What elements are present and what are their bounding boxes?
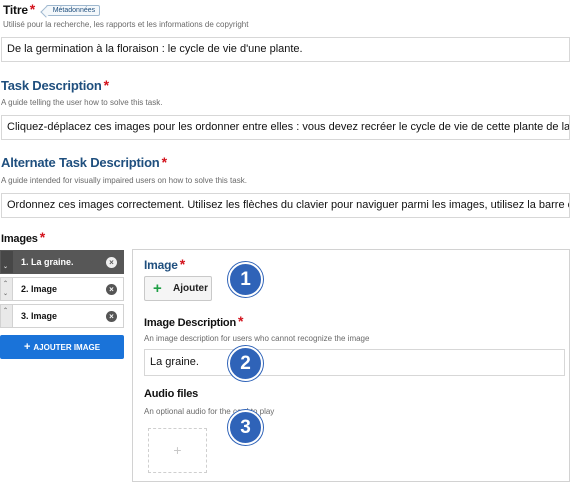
close-icon[interactable]: ×	[106, 257, 117, 268]
drag-handle[interactable]: ⌃ ⌄	[1, 278, 13, 300]
image-description-header: Image Description *	[144, 313, 243, 331]
audio-files-label: Audio files	[144, 388, 199, 400]
image-list-item-label: 1. La graine.	[21, 257, 74, 267]
add-image-button-label: AJOUTER IMAGE	[33, 343, 101, 352]
chevron-up-icon: ⌃	[3, 281, 9, 287]
step-marker-1: 1	[228, 262, 263, 297]
chevron-down-icon: ⌄	[3, 291, 9, 297]
step-marker-3: 3	[228, 410, 263, 445]
plus-icon: +	[153, 280, 162, 297]
image-list-item-label: 2. Image	[21, 284, 58, 294]
add-button-label: Ajouter	[173, 283, 208, 294]
drag-handle[interactable]: ⌃	[1, 305, 13, 327]
image-label: Image	[144, 258, 178, 272]
chevron-down-icon: ⌄	[3, 264, 9, 270]
image-description-help: An image description for users who canno…	[144, 334, 370, 343]
required-marker: *	[179, 256, 186, 272]
image-list-item-label: 3. Image	[21, 311, 58, 321]
close-icon[interactable]: ×	[106, 284, 117, 295]
image-editor-panel: Image * + Ajouter Image Description * An i…	[132, 249, 570, 482]
close-icon[interactable]: ×	[106, 311, 117, 322]
image-description-input[interactable]: La graine.	[144, 349, 565, 376]
plus-icon: +	[23, 341, 31, 353]
step-marker-2: 2	[228, 346, 263, 381]
plus-icon: +	[173, 442, 182, 458]
image-list: ⌄ 1. La graine. × ⌃ ⌄ 2. Image × ⌃ 3. Ima…	[0, 0, 130, 485]
image-list-item-3[interactable]: ⌃ 3. Image ×	[0, 304, 124, 328]
chevron-up-icon: ⌃	[3, 308, 9, 314]
required-marker: *	[161, 154, 168, 170]
drag-handle[interactable]: ⌄	[1, 251, 13, 273]
required-marker: *	[237, 313, 244, 329]
image-description-label: Image Description	[144, 317, 236, 329]
image-list-item-2[interactable]: ⌃ ⌄ 2. Image ×	[0, 277, 124, 301]
add-image-file-button[interactable]: + Ajouter	[144, 276, 212, 301]
image-field-header: Image *	[144, 256, 185, 274]
add-image-button[interactable]: + AJOUTER IMAGE	[0, 335, 124, 359]
image-list-item-1[interactable]: ⌄ 1. La graine. ×	[0, 250, 124, 274]
audio-upload-dropzone[interactable]: +	[148, 428, 207, 473]
